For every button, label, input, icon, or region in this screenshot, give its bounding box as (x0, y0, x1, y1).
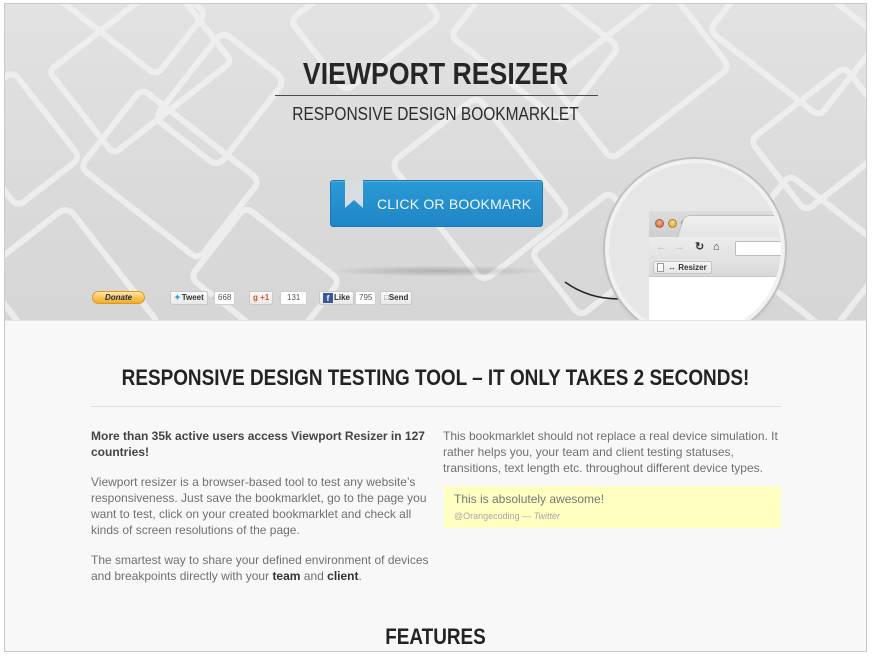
google-plus-icon: g (253, 293, 258, 302)
resizer-bookmark-label: ↔ Resizer (668, 263, 707, 272)
like-count: 795 (351, 291, 377, 305)
page-frame: VIEWPORT RESIZER RESPONSIVE DESIGN BOOKM… (4, 3, 867, 652)
quote-separator: — (519, 511, 534, 521)
click-or-bookmark-button[interactable]: CLICK OR BOOKMARK (330, 180, 543, 227)
window-minimize-icon (668, 219, 677, 228)
site-subtitle: RESPONSIVE DESIGN BOOKMARKLET (292, 104, 579, 124)
google-plus-count: 131 (276, 291, 308, 305)
like-label: Like (334, 293, 351, 302)
testimonial-quote: This is absolutely awesome! @Orangecodin… (444, 486, 781, 528)
quote-citation: @Orangecoding — Twitter (454, 511, 771, 521)
facebook-like-button[interactable]: f Like (319, 291, 355, 305)
back-arrow-icon: ← (656, 241, 667, 253)
left-column: More than 35k active users access Viewpo… (91, 428, 431, 598)
facebook-send-button[interactable]: □Send (380, 291, 413, 305)
team-text: team (272, 569, 301, 583)
page-icon (657, 263, 664, 272)
cta-label: CLICK OR BOOKMARK (377, 196, 532, 212)
tweet-button[interactable]: ✦Tweet (170, 291, 208, 305)
facebook-icon: f (323, 293, 333, 303)
intro-paragraph: Viewport resizer is a browser-based tool… (91, 475, 427, 537)
google-plus-label: +1 (260, 293, 270, 302)
browser-tab (677, 215, 781, 237)
reload-icon: ↻ (695, 241, 705, 253)
send-label: Send (388, 293, 409, 302)
tweet-label: Tweet (181, 293, 204, 302)
share-text: The smartest way to share your defined e… (91, 553, 429, 583)
paypal-donate-button[interactable]: Donate (92, 291, 145, 304)
client-text: client (327, 569, 359, 583)
disclaimer-paragraph: This bookmarklet should not replace a re… (443, 429, 778, 475)
title-divider (275, 95, 598, 96)
quote-text: This is absolutely awesome! (454, 492, 605, 506)
forward-arrow-icon: → (674, 241, 685, 253)
hero-banner: VIEWPORT RESIZER RESPONSIVE DESIGN BOOKM… (5, 4, 866, 321)
cta-shadow (335, 266, 541, 276)
share-paragraph: The smartest way to share your defined e… (91, 552, 431, 584)
google-plus-button[interactable]: g +1 (249, 291, 274, 305)
url-bar (735, 241, 781, 256)
period-text: . (358, 569, 362, 583)
twitter-bird-icon: ✦ (174, 293, 181, 302)
browser-tabbar (649, 211, 781, 237)
resizer-bookmark: ↔ Resizer (653, 261, 712, 274)
site-title: VIEWPORT RESIZER (302, 56, 569, 91)
home-icon: ⌂ (713, 241, 720, 253)
bookmark-ribbon-icon (345, 180, 363, 208)
features-heading: FEATURES (385, 624, 486, 649)
and-text: and (300, 569, 328, 583)
quote-author: @Orangecoding (454, 511, 520, 521)
users-stat-text: More than 35k active users access Viewpo… (91, 429, 425, 459)
right-column: This bookmarklet should not replace a re… (443, 428, 788, 490)
tweet-count: 668 (210, 291, 236, 305)
browser-toolbar: ← → ↻ ⌂ (649, 237, 781, 259)
magnifier-browser-preview: ← → ↻ ⌂ ↔ Resizer (609, 163, 781, 320)
section-heading: RESPONSIVE DESIGN TESTING TOOL – IT ONLY… (121, 365, 750, 390)
browser-mockup: ← → ↻ ⌂ ↔ Resizer (649, 211, 781, 320)
quote-source: Twitter (533, 511, 561, 521)
window-close-icon (655, 219, 664, 228)
section-divider (91, 406, 781, 407)
bookmarks-bar: ↔ Resizer (649, 259, 781, 277)
